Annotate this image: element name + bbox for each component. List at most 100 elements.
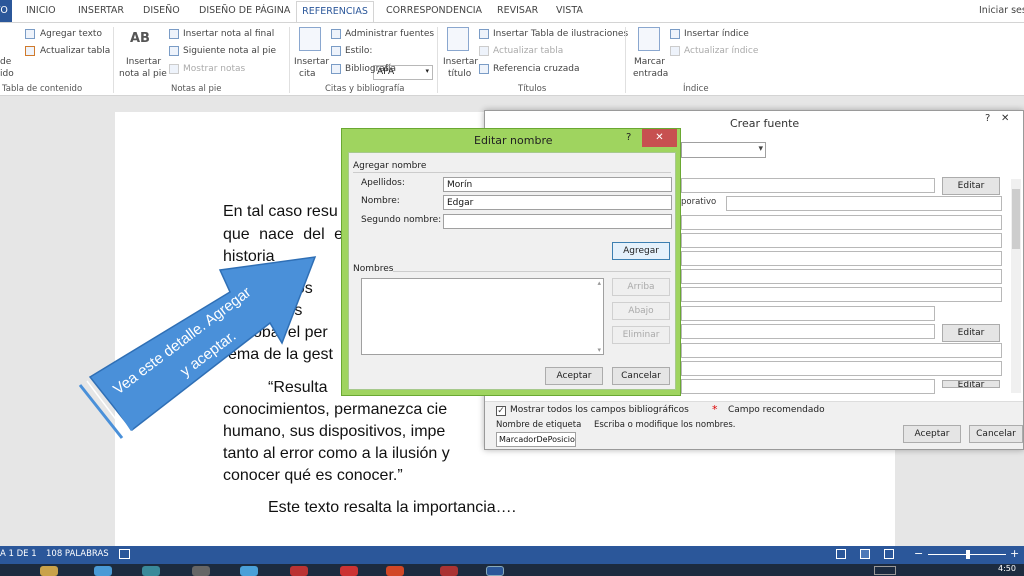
arriba-button[interactable]: Arriba: [612, 278, 670, 296]
nombres-heading: Nombres: [353, 264, 394, 274]
proofing-icon[interactable]: [119, 549, 130, 559]
toc-button-label[interactable]: de: [0, 57, 11, 67]
acrobat-icon[interactable]: [440, 566, 458, 576]
field-input[interactable]: [681, 233, 1002, 248]
apellidos-label: Apellidos:: [361, 178, 405, 188]
insertar-cita-button[interactable]: Insertar: [294, 57, 329, 67]
field-input[interactable]: [681, 178, 935, 193]
explorer-icon[interactable]: [40, 566, 58, 576]
nombres-list[interactable]: ▴ ▾: [361, 278, 604, 355]
mostrar-notas-button[interactable]: Mostrar notas: [183, 64, 245, 74]
callout-arrow: Vea este detalle. Agregar y aceptar.: [60, 225, 360, 455]
group-separator: [289, 27, 290, 93]
app-icon[interactable]: [142, 566, 160, 576]
tab-vista[interactable]: VISTA: [556, 5, 583, 16]
field-input[interactable]: [681, 343, 1002, 358]
marcar-entrada-button[interactable]: Marcar: [634, 57, 665, 67]
insertar-tabla-ilustraciones-button[interactable]: Insertar Tabla de ilustraciones: [493, 29, 628, 39]
tab-diseno[interactable]: DISEÑO: [143, 5, 180, 16]
bibliografia-button[interactable]: Bibliografía: [345, 64, 396, 74]
keyboard-icon[interactable]: [874, 566, 896, 575]
sign-in-link[interactable]: Iniciar sesi: [979, 5, 1024, 16]
word-icon[interactable]: [486, 566, 504, 576]
browser-icon[interactable]: [94, 566, 112, 576]
zoom-out-icon[interactable]: −: [914, 547, 923, 560]
close-button[interactable]: ✕: [642, 129, 677, 147]
corporate-author-input[interactable]: [726, 196, 1002, 211]
insertar-cita-label[interactable]: cita: [299, 69, 316, 79]
insertar-nota-final-button[interactable]: Insertar nota al final: [183, 29, 274, 39]
mostrar-todos-checkbox[interactable]: ✓: [496, 406, 506, 416]
tab-inicio[interactable]: INICIO: [26, 5, 56, 16]
agregar-button[interactable]: Agregar: [612, 242, 670, 260]
chrome-icon[interactable]: [240, 566, 258, 576]
scroll-down-icon[interactable]: ▾: [597, 346, 601, 354]
page-count[interactable]: A 1 DE 1: [0, 549, 37, 559]
scrollbar[interactable]: [1011, 179, 1021, 393]
scroll-up-icon[interactable]: ▴: [597, 279, 601, 287]
app-icon[interactable]: [340, 566, 358, 576]
tab-archivo[interactable]: VO: [0, 0, 12, 22]
actualizar-indice-button[interactable]: Actualizar índice: [684, 46, 758, 56]
field-input[interactable]: [681, 269, 1002, 284]
zoom-in-icon[interactable]: +: [1010, 547, 1019, 560]
tab-revisar[interactable]: REVISAR: [497, 5, 538, 16]
word-count[interactable]: 108 PALABRAS: [46, 549, 109, 559]
source-type-select[interactable]: ▾: [681, 142, 766, 158]
tab-diseno-pagina[interactable]: DISEÑO DE PÁGINA: [199, 5, 290, 16]
field-input[interactable]: [681, 306, 935, 321]
clock[interactable]: 4:50: [998, 564, 1016, 573]
help-icon[interactable]: ?: [626, 132, 631, 143]
editar-autor-button[interactable]: Editar: [942, 177, 1000, 195]
insertar-indice-button[interactable]: Insertar índice: [684, 29, 749, 39]
actualizar-tabla-button[interactable]: Actualizar tabla: [40, 46, 110, 56]
help-icon[interactable]: ?: [985, 113, 990, 124]
mark-entry-icon: [638, 27, 660, 51]
field-input[interactable]: [681, 215, 1002, 230]
read-mode-icon[interactable]: [836, 549, 846, 559]
aceptar-button[interactable]: Aceptar: [545, 367, 603, 385]
insert-index-icon: [670, 29, 680, 39]
app-icon[interactable]: [290, 566, 308, 576]
insertar-titulo-button[interactable]: Insertar: [443, 57, 478, 67]
field-input[interactable]: [681, 287, 1002, 302]
toc-button-label-2[interactable]: ido: [0, 69, 14, 79]
web-layout-icon[interactable]: [884, 549, 894, 559]
insertar-nota-pie-label[interactable]: nota al pie: [119, 69, 167, 79]
editar-traductor-button[interactable]: Editar: [942, 380, 1000, 388]
eliminar-button[interactable]: Eliminar: [612, 326, 670, 344]
zoom-slider-thumb[interactable]: [966, 550, 970, 559]
tab-referencias[interactable]: REFERENCIAS: [296, 1, 374, 23]
refresh-icon: [479, 46, 489, 56]
cancelar-button[interactable]: Cancelar: [612, 367, 670, 385]
tab-insertar[interactable]: INSERTAR: [78, 5, 124, 16]
insertar-titulo-label[interactable]: título: [448, 69, 471, 79]
cross-reference-icon: [479, 64, 489, 74]
apellidos-input[interactable]: Morín: [443, 177, 672, 192]
actualizar-tabla-figuras-button[interactable]: Actualizar tabla: [493, 46, 563, 56]
cancelar-button[interactable]: Cancelar: [969, 425, 1023, 443]
tab-correspondencia[interactable]: CORRESPONDENCIA: [386, 5, 482, 16]
editar-editor-button[interactable]: Editar: [942, 324, 1000, 342]
field-input[interactable]: [681, 251, 1002, 266]
siguiente-nota-button[interactable]: Siguiente nota al pie: [183, 46, 276, 56]
scrollbar-thumb[interactable]: [1012, 189, 1020, 249]
aceptar-button[interactable]: Aceptar: [903, 425, 961, 443]
referencia-cruzada-button[interactable]: Referencia cruzada: [493, 64, 579, 74]
print-layout-icon[interactable]: [860, 549, 870, 559]
field-input[interactable]: [681, 379, 935, 394]
field-input[interactable]: [681, 324, 935, 339]
insertar-nota-pie-button[interactable]: Insertar: [126, 57, 161, 67]
administrar-fuentes-button[interactable]: Administrar fuentes: [345, 29, 434, 39]
abajo-button[interactable]: Abajo: [612, 302, 670, 320]
agregar-texto-button[interactable]: Agregar texto: [40, 29, 102, 39]
field-input[interactable]: [681, 361, 1002, 376]
nombre-etiqueta-input[interactable]: MarcadorDePosicio: [496, 432, 576, 447]
powerpoint-icon[interactable]: [386, 566, 404, 576]
group-label-citas: Citas y bibliografía: [325, 84, 405, 94]
media-icon[interactable]: [192, 566, 210, 576]
marcar-entrada-label[interactable]: entrada: [633, 69, 668, 79]
close-icon[interactable]: ✕: [1001, 113, 1009, 124]
segundo-nombre-input[interactable]: [443, 214, 672, 229]
nombre-input[interactable]: Edgar: [443, 195, 672, 210]
